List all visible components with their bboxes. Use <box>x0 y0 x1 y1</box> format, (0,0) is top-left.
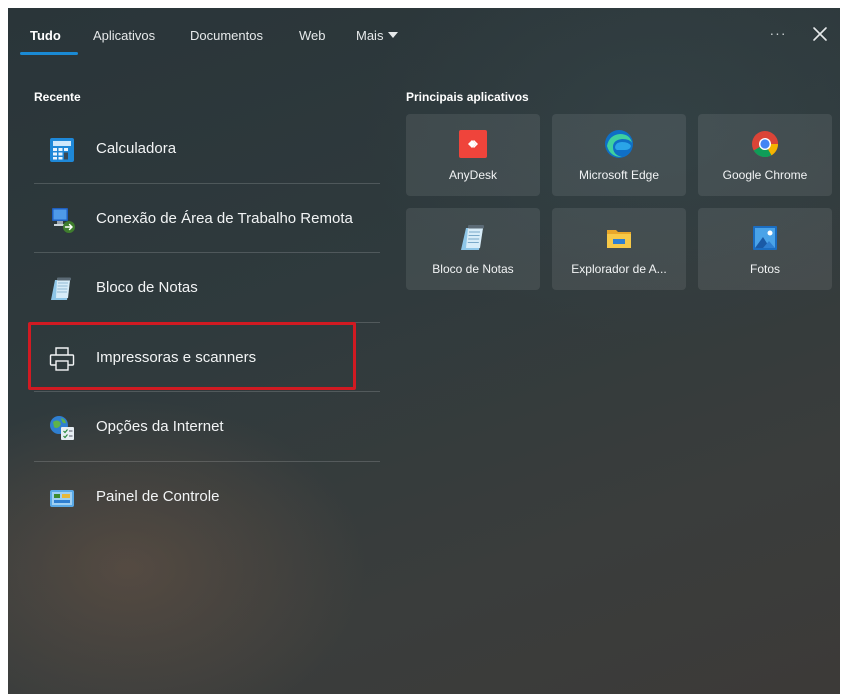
control-panel-icon <box>48 484 76 512</box>
recent-item-label: Conexão de Área de Trabalho Remota <box>96 209 353 227</box>
recent-item-impressoras-e-scanners[interactable]: Impressoras e scanners <box>34 323 380 392</box>
calculator-icon <box>48 136 76 164</box>
app-tile-explorador-de-arquivos[interactable]: Explorador de A... <box>552 208 686 290</box>
notepad-icon <box>457 222 489 254</box>
chrome-icon <box>749 128 781 160</box>
app-tile-anydesk[interactable]: AnyDesk <box>406 114 540 196</box>
chevron-down-icon <box>388 32 399 38</box>
photos-icon <box>749 222 781 254</box>
app-tile-label: Bloco de Notas <box>432 262 514 276</box>
top-bar: Tudo Aplicativos Documentos Web Mais ··· <box>8 8 840 64</box>
file-explorer-icon <box>603 222 635 254</box>
recent-item-label: Calculadora <box>96 140 177 157</box>
recent-item-calculadora[interactable]: Calculadora <box>34 114 380 184</box>
tab-web[interactable]: Web <box>299 28 326 43</box>
app-tile-fotos[interactable]: Fotos <box>698 208 832 290</box>
tab-aplicativos[interactable]: Aplicativos <box>93 28 155 43</box>
app-tile-label: Google Chrome <box>722 168 808 182</box>
more-options-button[interactable]: ··· <box>764 22 792 46</box>
app-tile-label: Fotos <box>749 262 780 276</box>
recent-item-label: Painel de Controle <box>96 487 220 505</box>
close-button[interactable] <box>808 22 832 46</box>
recent-list: Calculadora Conexão de Área de Trabalho … <box>34 114 380 531</box>
active-tab-indicator <box>20 52 78 55</box>
recent-item-opcoes-da-internet[interactable]: Opções da Internet <box>34 392 380 462</box>
close-icon <box>813 27 827 41</box>
tab-mais[interactable]: Mais <box>356 28 399 43</box>
search-panel: Tudo Aplicativos Documentos Web Mais ···… <box>8 8 840 694</box>
recent-title: Recente <box>34 90 81 104</box>
recent-item-label: Opções da Internet <box>96 418 224 435</box>
app-tile-label: AnyDesk <box>448 168 498 182</box>
recent-item-label: Impressoras e scanners <box>96 348 257 366</box>
top-apps-title: Principais aplicativos <box>406 90 529 104</box>
tab-documentos[interactable]: Documentos <box>190 28 263 43</box>
edge-icon <box>603 128 635 160</box>
anydesk-icon <box>457 128 489 160</box>
recent-item-label: Bloco de Notas <box>96 279 198 296</box>
app-tile-microsoft-edge[interactable]: Microsoft Edge <box>552 114 686 196</box>
internet-options-icon <box>48 414 76 442</box>
app-tile-google-chrome[interactable]: Google Chrome <box>698 114 832 196</box>
top-apps-grid: AnyDesk Microsoft Edge Google Chrome Blo… <box>406 114 832 292</box>
notepad-icon <box>48 275 76 303</box>
recent-item-painel-de-controle[interactable]: Painel de Controle <box>34 462 380 532</box>
app-tile-label: Microsoft Edge <box>578 168 660 182</box>
recent-item-bloco-de-notas[interactable]: Bloco de Notas <box>34 253 380 323</box>
tab-tudo[interactable]: Tudo <box>30 28 61 43</box>
printer-icon <box>48 345 76 373</box>
remote-desktop-icon <box>48 206 76 234</box>
app-tile-label: Explorador de A... <box>571 262 667 276</box>
recent-item-conexao-remota[interactable]: Conexão de Área de Trabalho Remota <box>34 184 380 253</box>
tab-mais-label: Mais <box>356 28 384 43</box>
app-tile-bloco-de-notas[interactable]: Bloco de Notas <box>406 208 540 290</box>
